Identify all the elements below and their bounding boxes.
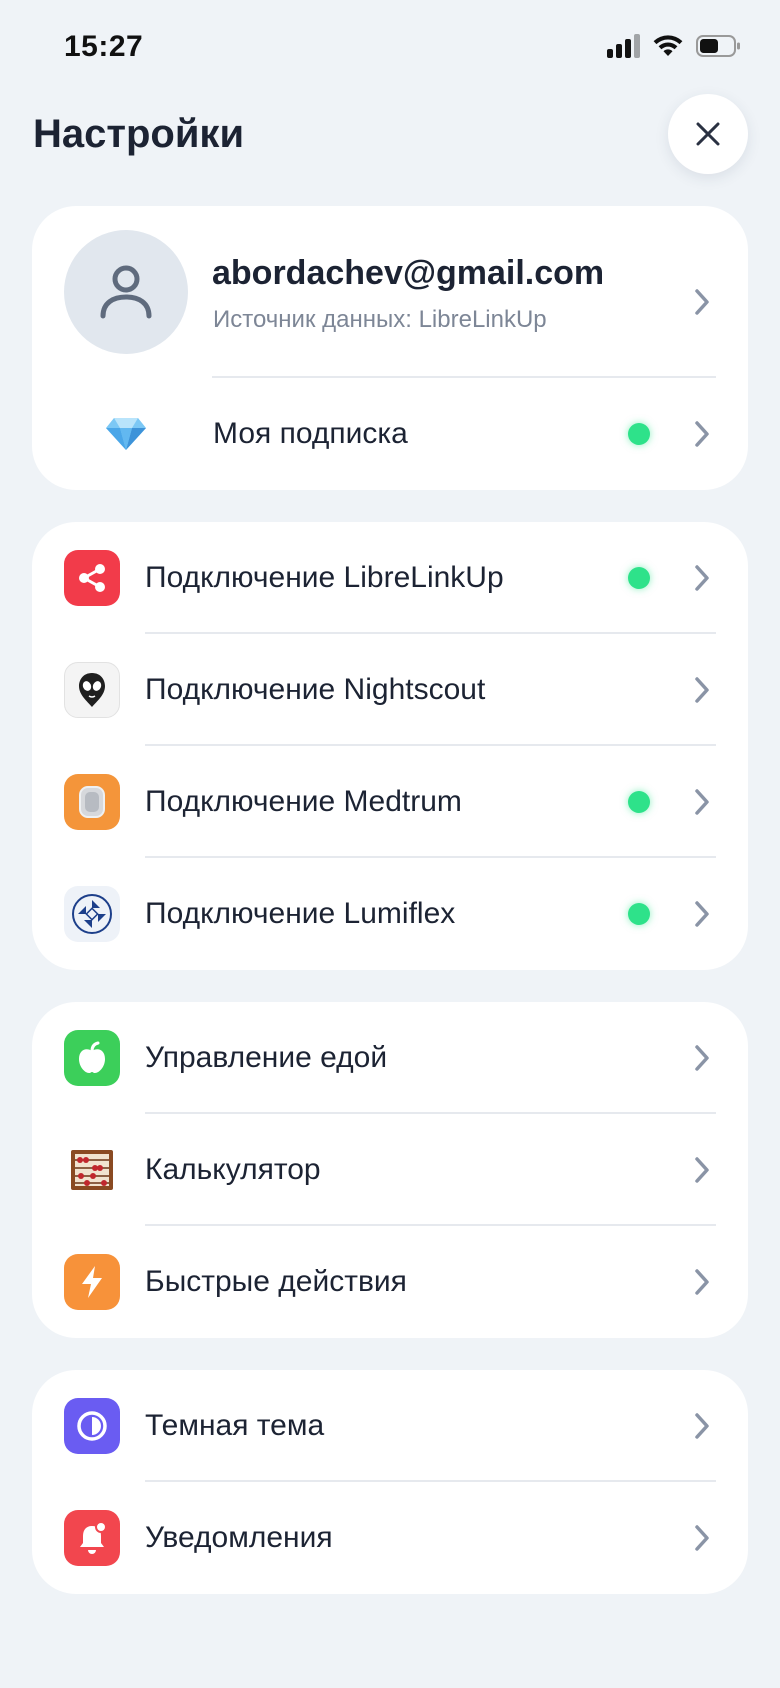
- share-icon: [64, 550, 120, 606]
- close-icon: [696, 122, 720, 146]
- diamond-icon: [102, 406, 150, 462]
- subscription-label: Моя подписка: [213, 417, 408, 450]
- connection-status-indicator: [628, 903, 650, 925]
- chevron-right-icon: [695, 901, 709, 927]
- avatar: [64, 230, 188, 354]
- profile-card: abordachev@gmail.com Источник данных: Li…: [32, 206, 748, 490]
- connections-card: Подключение LibreLinkUp Подключение Nigh…: [32, 522, 748, 970]
- alien-icon: [64, 662, 120, 718]
- battery-icon: [696, 34, 742, 58]
- subscription-row[interactable]: Моя подписка: [32, 378, 748, 490]
- chevron-right-icon: [695, 1413, 709, 1439]
- apple-icon: [64, 1030, 120, 1086]
- page-title: Настройки: [33, 112, 245, 156]
- menu-item-label: Уведомления: [145, 1521, 333, 1554]
- chevron-right-icon: [695, 289, 709, 315]
- menu-item-dark-theme[interactable]: Темная тема: [32, 1370, 748, 1482]
- chevron-right-icon: [695, 677, 709, 703]
- connection-lumiflex[interactable]: Подключение Lumiflex: [32, 858, 748, 970]
- theme-icon: [64, 1398, 120, 1454]
- chevron-right-icon: [695, 421, 709, 447]
- sensor-icon: [64, 774, 120, 830]
- connection-label: Подключение Lumiflex: [145, 897, 456, 930]
- connection-status-indicator: [628, 567, 650, 589]
- chevron-right-icon: [695, 1269, 709, 1295]
- chevron-right-icon: [695, 1045, 709, 1071]
- status-icons: [607, 34, 742, 58]
- chevron-right-icon: [695, 1525, 709, 1551]
- abacus-icon: [64, 1142, 120, 1198]
- lightning-icon: [64, 1254, 120, 1310]
- menu-item-label: Быстрые действия: [145, 1265, 407, 1298]
- status-bar: 15:27: [0, 0, 780, 100]
- connection-librelinkup[interactable]: Подключение LibreLinkUp: [32, 522, 748, 634]
- chevron-right-icon: [695, 565, 709, 591]
- user-icon: [100, 265, 152, 319]
- profile-data-source: Источник данных: LibreLinkUp: [213, 306, 547, 333]
- connection-label: Подключение Nightscout: [145, 673, 486, 706]
- preferences-card: Темная тема Уведомления: [32, 1370, 748, 1594]
- menu-item-food[interactable]: Управление едой: [32, 1002, 748, 1114]
- close-button[interactable]: [668, 94, 748, 174]
- lumiflex-icon: [64, 886, 120, 942]
- profile-row[interactable]: abordachev@gmail.com Источник данных: Li…: [32, 206, 748, 378]
- connection-nightscout[interactable]: Подключение Nightscout: [32, 634, 748, 746]
- connection-status-indicator: [628, 791, 650, 813]
- bell-icon: [64, 1510, 120, 1566]
- connection-label: Подключение Medtrum: [145, 785, 462, 818]
- connection-medtrum[interactable]: Подключение Medtrum: [32, 746, 748, 858]
- chevron-right-icon: [695, 1157, 709, 1183]
- cellular-signal-icon: [607, 34, 640, 58]
- chevron-right-icon: [695, 789, 709, 815]
- menu-item-label: Калькулятор: [145, 1153, 321, 1186]
- menu-item-quick-actions[interactable]: Быстрые действия: [32, 1226, 748, 1338]
- connection-label: Подключение LibreLinkUp: [145, 561, 504, 594]
- settings-screen: 15:27 Настройки abordachev@gmail.com Ист…: [0, 0, 780, 1688]
- wifi-icon: [652, 34, 684, 58]
- menu-item-notifications[interactable]: Уведомления: [32, 1482, 748, 1594]
- menu-item-label: Управление едой: [145, 1041, 388, 1074]
- subscription-status-indicator: [628, 423, 650, 445]
- profile-email: abordachev@gmail.com: [212, 254, 605, 292]
- tools-card: Управление едой Калькулятор Быстрые дейс…: [32, 1002, 748, 1338]
- status-time: 15:27: [64, 30, 144, 63]
- menu-item-calculator[interactable]: Калькулятор: [32, 1114, 748, 1226]
- menu-item-label: Темная тема: [145, 1409, 325, 1442]
